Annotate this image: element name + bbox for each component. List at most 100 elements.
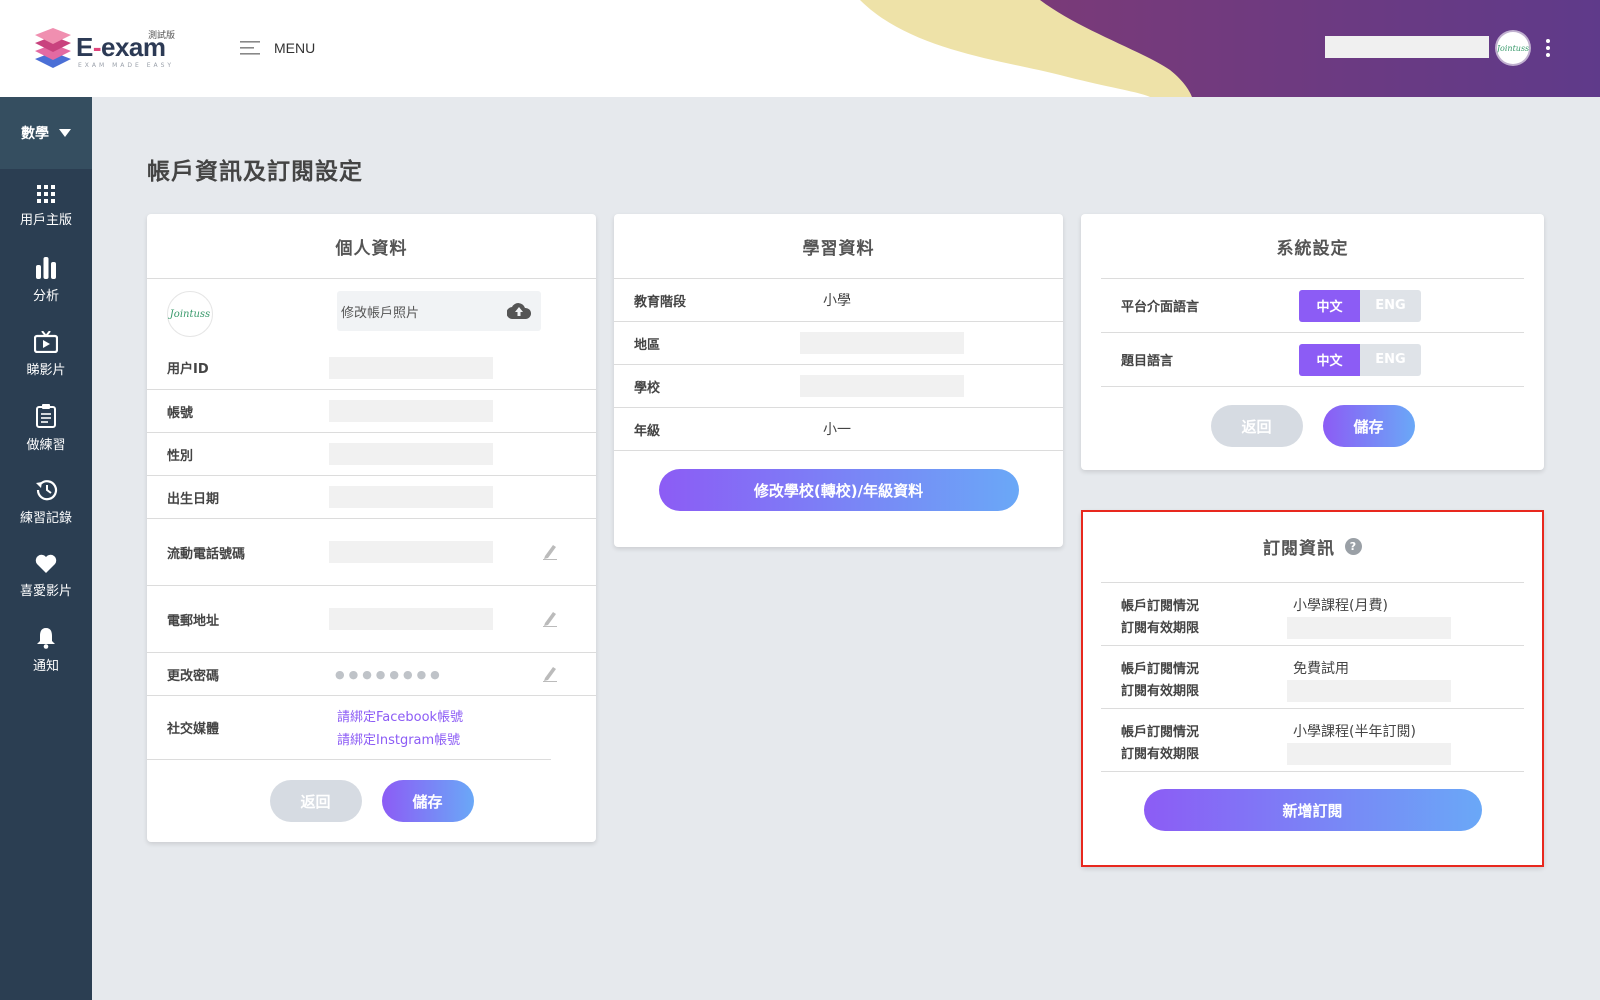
account-row: 帳號: [147, 389, 596, 432]
region-field[interactable]: [800, 332, 964, 354]
user-avatar[interactable]: Jointuss: [1497, 32, 1529, 64]
avatar-text: Jointuss: [1497, 43, 1529, 53]
sidebar-item-label: 分析: [32, 288, 59, 304]
mobile-field[interactable]: [329, 541, 493, 563]
bind-instagram-link[interactable]: 請綁定Instgram帳號: [337, 729, 463, 748]
tv-icon: [34, 330, 58, 353]
education-level-value: 小學: [823, 293, 851, 309]
clipboard-icon: [36, 403, 56, 428]
hamburger-icon: [240, 41, 260, 55]
more-options-icon[interactable]: [1540, 36, 1556, 60]
gender-field[interactable]: [329, 443, 493, 465]
subscription-expiry-value: [1287, 743, 1451, 765]
grade-value: 小一: [823, 422, 851, 438]
region-label: 地區: [634, 337, 661, 353]
question-language-en[interactable]: ENG: [1360, 343, 1421, 376]
grade-row: 年級 小一: [614, 407, 1063, 450]
bind-facebook-link[interactable]: 請綁定Facebook帳號: [337, 706, 463, 725]
logo-stack-icon: [35, 28, 71, 68]
sidebar-item-analysis[interactable]: 分析: [0, 243, 92, 317]
sidebar-item-favourites[interactable]: 喜愛影片: [0, 539, 92, 613]
page-title: 帳戶資訊及訂閱設定: [147, 159, 363, 185]
personal-info-card: 個人資料 Jointuss 修改帳戶照片 用户ID 帳號 性別 出生日期 流動電…: [147, 214, 596, 842]
question-language-toggle[interactable]: 中文 ENG: [1299, 343, 1421, 376]
ui-language-en[interactable]: ENG: [1360, 289, 1421, 322]
subscription-status-label: 帳戶訂閱情況: [1121, 599, 1200, 614]
sidebar-item-label: 喜愛影片: [19, 583, 72, 599]
sidebar-item-dashboard[interactable]: 用戶主版: [0, 169, 92, 243]
edit-pencil-icon[interactable]: [543, 666, 557, 682]
subscription-expiry-label: 訂閱有效期限: [1121, 684, 1200, 699]
sidebar: 數學 用戶主版 分析 睇影片 做練習 練習記錄 喜愛影片 通知: [0, 97, 92, 1000]
subscription-item: 帳戶訂閱情況 訂閱有效期限 小學課程(月費): [1101, 582, 1524, 645]
personal-save-button[interactable]: 儲存: [381, 780, 474, 822]
user-id-field[interactable]: [329, 356, 493, 379]
sidebar-item-practice[interactable]: 做練習: [0, 391, 92, 465]
e-exam-logo[interactable]: E-exam 測試版 EXAM MADE EASY: [34, 26, 194, 72]
sidebar-item-videos[interactable]: 睇影片: [0, 317, 92, 391]
subscription-expiry-label: 訂閱有效期限: [1121, 621, 1200, 636]
dob-field[interactable]: [329, 486, 493, 508]
password-label: 更改密碼: [167, 668, 220, 684]
edit-pencil-icon[interactable]: [543, 611, 557, 627]
sidebar-item-history[interactable]: 練習記錄: [0, 465, 92, 539]
cloud-upload-icon: [507, 303, 531, 319]
heart-icon: [35, 554, 57, 573]
school-field[interactable]: [800, 375, 964, 397]
upload-photo-button[interactable]: 修改帳戶照片: [337, 291, 541, 331]
menu-button[interactable]: MENU: [240, 36, 315, 60]
system-save-button[interactable]: 儲存: [1322, 405, 1415, 447]
email-field[interactable]: [329, 608, 493, 630]
dob-label: 出生日期: [167, 491, 220, 507]
account-label: 帳號: [167, 405, 194, 421]
system-settings-card: 系統設定 平台介面語言 中文 ENG 題目語言 中文 ENG 返回 儲存: [1081, 214, 1544, 470]
education-level-row: 教育階段 小學: [614, 278, 1063, 321]
sidebar-item-notifications[interactable]: 通知: [0, 613, 92, 687]
sidebar-item-label: 練習記錄: [19, 510, 72, 526]
mobile-row: 流動電話號碼: [147, 518, 596, 585]
question-language-zh[interactable]: 中文: [1299, 343, 1360, 376]
edit-school-grade-button[interactable]: 修改學校(轉校)/年級資料: [658, 469, 1019, 511]
subscription-card: 訂閱資訊 ? 帳戶訂閱情況 訂閱有效期限 小學課程(月費) 帳戶訂閱情況 訂閱有…: [1081, 510, 1544, 867]
subscription-plan: 免費試用: [1293, 661, 1349, 677]
school-label: 學校: [634, 380, 661, 396]
subscription-status-label: 帳戶訂閱情況: [1121, 662, 1200, 677]
header-search-input[interactable]: [1325, 36, 1489, 58]
email-row: 電郵地址: [147, 585, 596, 652]
subscription-title-row: 訂閱資訊 ?: [1081, 510, 1544, 574]
sidebar-item-label: 通知: [32, 658, 59, 674]
account-field[interactable]: [329, 400, 493, 422]
subscription-expiry-label: 訂閱有效期限: [1121, 747, 1200, 762]
add-subscription-button[interactable]: 新增訂閱: [1143, 789, 1482, 831]
system-back-button[interactable]: 返回: [1210, 405, 1303, 447]
card-title: 個人資料: [335, 238, 408, 259]
divider: [1101, 386, 1524, 387]
card-title: 學習資料: [802, 238, 875, 259]
profile-avatar-text: Jointuss: [169, 308, 211, 320]
caret-down-icon: [59, 129, 71, 137]
top-header: E-exam 測試版 EXAM MADE EASY MENU Jointuss: [0, 0, 1600, 97]
help-icon[interactable]: ?: [1345, 537, 1362, 555]
logo-tag: 測試版: [148, 31, 176, 41]
social-row: 社交媒體 請綁定Facebook帳號 請綁定Instgram帳號: [147, 695, 596, 759]
school-row: 學校: [614, 364, 1063, 407]
dob-row: 出生日期: [147, 475, 596, 518]
edit-pencil-icon[interactable]: [543, 544, 557, 560]
ui-language-toggle[interactable]: 中文 ENG: [1299, 289, 1421, 322]
menu-label: MENU: [274, 40, 316, 56]
learning-info-card: 學習資料 教育階段 小學 地區 學校 年級 小一 修改學校(轉校)/年級資料: [614, 214, 1063, 547]
user-id-row: 用户ID: [147, 346, 596, 389]
user-id-label: 用户ID: [167, 362, 209, 377]
logo-tagline: EXAM MADE EASY: [78, 62, 175, 69]
bar-chart-icon: [36, 256, 56, 279]
gender-label: 性別: [167, 448, 194, 464]
question-language-row: 題目語言 中文 ENG: [1101, 332, 1524, 386]
subscription-item: 帳戶訂閱情況 訂閱有效期限 免費試用: [1101, 645, 1524, 708]
subject-selector[interactable]: 數學: [0, 97, 92, 169]
personal-back-button[interactable]: 返回: [269, 780, 362, 822]
ui-language-zh[interactable]: 中文: [1299, 289, 1360, 322]
sidebar-item-label: 睇影片: [26, 362, 66, 378]
upload-photo-label: 修改帳戶照片: [341, 305, 420, 321]
ui-language-label: 平台介面語言: [1121, 300, 1200, 315]
password-row: 更改密碼 ●●●●●●●●: [147, 652, 596, 695]
